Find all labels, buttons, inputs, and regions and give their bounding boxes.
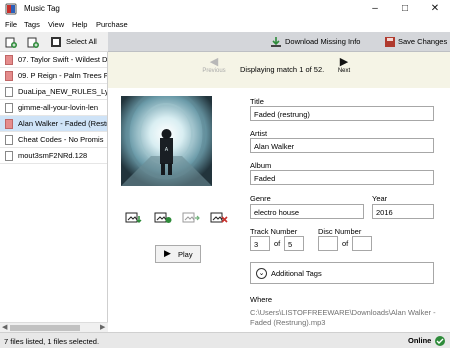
close-button[interactable]: ✕ — [420, 0, 450, 18]
file-name: gimme-all-your-lovin-len — [18, 103, 99, 112]
disc-number-field[interactable] — [318, 236, 338, 251]
audio-file-icon — [5, 151, 13, 161]
artist-label: Artist — [250, 129, 268, 138]
menu-view[interactable]: View — [48, 20, 64, 29]
status-text: 7 files listed, 1 files selected. — [4, 337, 100, 346]
disc-number-label: Disc Number — [318, 227, 362, 236]
download-icon — [271, 37, 281, 47]
online-icon — [435, 336, 445, 346]
album-field[interactable]: Faded — [250, 170, 434, 185]
minimize-button[interactable]: – — [360, 0, 390, 18]
file-name: Alan Walker - Faded (Restr — [18, 119, 108, 128]
next-label: Next — [337, 68, 351, 74]
save-changes-label: Save Changes — [398, 37, 448, 46]
scrollbar-thumb[interactable] — [10, 325, 80, 331]
additional-tags-button[interactable]: ⌄ Additional Tags — [250, 262, 434, 284]
track-number-label: Track Number — [250, 227, 298, 236]
select-all-button[interactable]: Select All — [66, 37, 97, 46]
maximize-button[interactable]: □ — [390, 0, 420, 18]
action-toolbar: Download Missing Info Save Changes — [108, 32, 450, 52]
download-missing-info-label: Download Missing Info — [285, 37, 361, 46]
disc-total-field[interactable] — [352, 236, 372, 251]
artist-field[interactable]: Alan Walker — [250, 138, 434, 153]
file-list-item-selected[interactable]: Alan Walker - Faded (Restr — [0, 116, 108, 132]
previous-button[interactable]: ◀ Previous — [202, 56, 226, 74]
year-label: Year — [372, 194, 388, 203]
previous-label: Previous — [202, 68, 226, 74]
download-missing-info-button[interactable]: Download Missing Info — [268, 34, 378, 50]
menu-bar: File Tags View Help Purchase — [0, 18, 450, 32]
file-toolbar: Select All — [0, 32, 108, 52]
audio-file-icon — [5, 135, 13, 145]
add-art-icon[interactable] — [154, 212, 172, 224]
add-folder-icon[interactable] — [27, 36, 39, 48]
additional-tags-label: Additional Tags — [271, 269, 322, 278]
add-file-icon[interactable] — [5, 36, 17, 48]
where-label: Where — [250, 295, 273, 304]
window-title: Music Tag — [24, 4, 60, 13]
chevron-down-icon: ⌄ — [256, 268, 267, 279]
file-path: C:\Users\LISTOFFREEWARE\Downloads\Alan W… — [250, 308, 436, 327]
file-name: Cheat Codes - No Promis — [18, 135, 104, 144]
status-bar: 7 files listed, 1 files selected. Online — [0, 332, 450, 348]
play-icon: ▶ — [164, 248, 171, 258]
save-changes-button[interactable]: Save Changes — [382, 34, 450, 50]
download-art-icon[interactable] — [125, 212, 143, 224]
audio-file-icon — [5, 119, 13, 129]
genre-field[interactable]: electro house — [250, 204, 364, 219]
menu-file[interactable]: File — [5, 20, 17, 29]
track-total-field[interactable]: 5 — [284, 236, 304, 251]
play-label: Play — [178, 250, 193, 259]
menu-help[interactable]: Help — [72, 20, 87, 29]
next-arrow-icon: ▶ — [339, 56, 349, 68]
online-status: Online — [408, 336, 432, 345]
music-tag-app-icon — [5, 3, 17, 15]
file-list-item[interactable]: 07. Taylor Swift - Wildest D — [0, 52, 108, 68]
match-counter: Displaying match 1 of 52. — [240, 65, 325, 74]
play-button[interactable]: ▶ Play — [155, 245, 201, 263]
file-list-scrollbar[interactable]: ◀ ▶ — [0, 322, 108, 332]
audio-file-icon — [5, 87, 13, 97]
menu-tags[interactable]: Tags — [24, 20, 40, 29]
match-navigation: ◀ Previous Displaying match 1 of 52. ▶ N… — [108, 52, 450, 88]
file-list-item[interactable]: 09. P Reign - Palm Trees F — [0, 68, 108, 84]
track-number-field[interactable]: 3 — [250, 236, 270, 251]
menu-purchase[interactable]: Purchase — [96, 20, 128, 29]
audio-file-icon — [5, 103, 13, 113]
next-button[interactable]: ▶ Next — [332, 56, 356, 74]
file-list-item[interactable]: DuaLipa_NEW_RULES_Lyri — [0, 84, 108, 100]
disc-of-label: of — [342, 239, 349, 248]
remove-art-icon[interactable] — [210, 212, 228, 224]
file-list-item[interactable]: mout3smF2NRd.128 — [0, 148, 107, 164]
copy-art-icon[interactable] — [182, 212, 200, 224]
file-list: 07. Taylor Swift - Wildest D 09. P Reign… — [0, 52, 108, 322]
previous-arrow-icon: ◀ — [209, 56, 219, 68]
file-name: 09. P Reign - Palm Trees F — [18, 71, 108, 80]
title-bar: Music Tag – □ ✕ — [0, 0, 450, 18]
file-name: 07. Taylor Swift - Wildest D — [18, 55, 108, 64]
file-name: DuaLipa_NEW_RULES_Lyri — [18, 87, 108, 96]
album-art: A — [121, 96, 212, 186]
title-field[interactable]: Faded (restrung) — [250, 106, 434, 121]
file-name: mout3smF2NRd.128 — [18, 151, 88, 160]
svg-text:A: A — [165, 147, 169, 153]
audio-file-icon — [5, 71, 13, 81]
year-field[interactable]: 2016 — [372, 204, 434, 219]
genre-label: Genre — [250, 194, 271, 203]
tag-editor: A ▶ Play Title Faded (restrung) Artist A… — [108, 88, 450, 332]
save-icon — [385, 37, 395, 47]
file-list-item[interactable]: Cheat Codes - No Promis — [0, 132, 107, 148]
track-of-label: of — [274, 239, 281, 248]
album-art-image: A — [121, 96, 212, 186]
select-all-icon[interactable] — [50, 36, 62, 48]
audio-file-icon — [5, 55, 13, 65]
album-label: Album — [250, 161, 272, 170]
file-list-item[interactable]: gimme-all-your-lovin-len — [0, 100, 107, 116]
title-label: Title — [250, 97, 264, 106]
